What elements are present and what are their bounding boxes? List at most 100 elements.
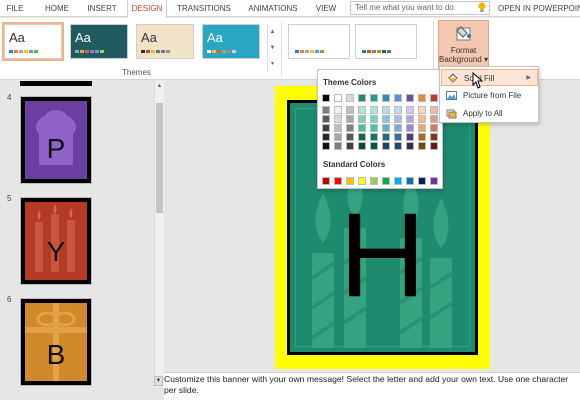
color-swatch[interactable] [358,106,366,114]
color-swatch[interactable] [394,115,402,123]
color-swatch[interactable] [406,94,414,102]
color-swatch[interactable] [406,106,414,114]
color-swatch[interactable] [382,106,390,114]
color-swatch[interactable] [406,142,414,150]
gallery-up-arrow-icon[interactable]: ▲ [268,24,277,40]
color-swatch[interactable] [382,133,390,141]
color-swatch[interactable] [430,124,438,132]
color-swatch[interactable] [418,133,426,141]
color-swatch[interactable] [334,94,342,102]
slide-letter[interactable]: H [290,195,475,315]
theme-office[interactable]: Aa [2,22,64,61]
standard-color-swatch[interactable] [358,177,366,185]
color-swatch[interactable] [382,94,390,102]
color-swatch[interactable] [346,124,354,132]
color-swatch[interactable] [370,124,378,132]
color-swatch[interactable] [430,94,438,102]
tab-design[interactable]: DESIGN [127,0,167,18]
color-swatch[interactable] [394,106,402,114]
color-swatch[interactable] [370,142,378,150]
standard-color-swatch[interactable] [382,177,390,185]
color-swatch[interactable] [382,142,390,150]
color-swatch[interactable] [322,133,330,141]
standard-color-swatch[interactable] [430,177,438,185]
solid-fill-menu-item[interactable]: Solid Fill ▶ [441,69,538,86]
color-swatch[interactable] [322,124,330,132]
color-swatch[interactable] [418,106,426,114]
color-swatch[interactable] [418,142,426,150]
color-swatch[interactable] [358,115,366,123]
standard-color-swatch[interactable] [334,177,342,185]
color-swatch[interactable] [370,115,378,123]
gallery-more-icon[interactable]: ▾ [268,56,277,72]
color-swatch[interactable] [394,133,402,141]
slide-thumbnail-4[interactable]: P [20,96,92,184]
color-swatch[interactable] [382,124,390,132]
color-swatch[interactable] [334,124,342,132]
color-swatch[interactable] [382,115,390,123]
standard-color-swatch[interactable] [394,177,402,185]
gallery-down-arrow-icon[interactable]: ▼ [268,40,277,56]
color-swatch[interactable] [358,124,366,132]
color-swatch[interactable] [346,142,354,150]
thumbnails-scrollbar[interactable]: ▲ [154,81,164,387]
standard-color-swatch[interactable] [406,177,414,185]
speaker-notes[interactable]: Customize this banner with your own mess… [164,372,580,400]
color-swatch[interactable] [430,133,438,141]
color-swatch[interactable] [358,94,366,102]
color-swatch[interactable] [370,94,378,102]
scrollbar-thumb[interactable] [156,103,163,213]
variant-1[interactable] [288,24,350,59]
color-swatch[interactable] [394,94,402,102]
color-swatch[interactable] [322,115,330,123]
apply-to-all-menu-item[interactable]: Apply to All [441,105,538,122]
color-swatch[interactable] [430,106,438,114]
color-swatch[interactable] [430,115,438,123]
color-swatch[interactable] [418,115,426,123]
color-swatch[interactable] [418,124,426,132]
theme-4[interactable]: Aa [202,24,260,59]
color-swatch[interactable] [394,142,402,150]
scroll-up-arrow-icon[interactable]: ▲ [155,81,164,91]
standard-color-swatch[interactable] [418,177,426,185]
color-swatch[interactable] [322,94,330,102]
theme-3[interactable]: Aa [136,24,194,59]
color-swatch[interactable] [334,106,342,114]
color-swatch[interactable] [322,142,330,150]
color-swatch[interactable] [430,142,438,150]
standard-color-swatch[interactable] [322,177,330,185]
color-swatch[interactable] [406,133,414,141]
tab-file[interactable]: FILE [2,0,28,17]
color-swatch[interactable] [358,133,366,141]
color-swatch[interactable] [418,94,426,102]
open-in-powerpoint-link[interactable]: OPEN IN POWERPOIN [498,0,580,17]
slide-thumbnail-6[interactable]: B [20,298,92,386]
color-swatch[interactable] [370,106,378,114]
standard-color-swatch[interactable] [346,177,354,185]
color-swatch[interactable] [334,142,342,150]
color-swatch[interactable] [358,142,366,150]
color-swatch[interactable] [394,124,402,132]
tab-view[interactable]: VIEW [311,0,341,17]
color-swatch[interactable] [346,106,354,114]
standard-color-swatch[interactable] [370,177,378,185]
tab-transitions[interactable]: TRANSITIONS [173,0,235,17]
color-swatch[interactable] [346,115,354,123]
color-swatch[interactable] [334,133,342,141]
color-swatch[interactable] [370,133,378,141]
tab-home[interactable]: HOME [40,0,74,17]
color-swatch[interactable] [346,94,354,102]
color-swatch[interactable] [406,124,414,132]
tab-animations[interactable]: ANIMATIONS [243,0,303,17]
color-swatch[interactable] [346,133,354,141]
color-swatch[interactable] [406,115,414,123]
color-swatch[interactable] [322,106,330,114]
slide-thumbnail-5[interactable]: Y [20,197,92,285]
tab-insert[interactable]: INSERT [83,0,121,17]
picture-from-file-menu-item[interactable]: Picture from File [441,87,538,104]
tell-me-input[interactable]: Tell me what you want to do [350,1,490,15]
variant-2[interactable] [355,24,417,59]
notes-collapse-icon[interactable]: ▼ [154,376,163,386]
theme-2[interactable]: Aa [70,24,128,59]
color-swatch[interactable] [334,115,342,123]
